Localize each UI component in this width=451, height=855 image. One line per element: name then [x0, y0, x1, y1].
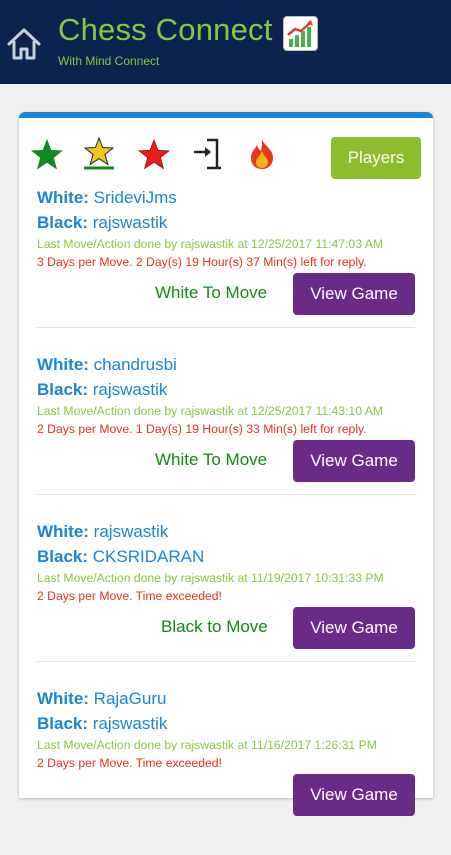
time-remaining-text: 3 Days per Move. 2 Day(s) 19 Hour(s) 37 … [37, 255, 367, 269]
black-label: Black: [37, 547, 89, 566]
white-player-name[interactable]: SrideviJms [94, 188, 177, 207]
time-remaining-text: 2 Days per Move. 1 Day(s) 19 Hour(s) 33 … [37, 422, 367, 436]
game-item: White: chandrusbi Black: rajswastik Last… [37, 355, 415, 521]
white-player-row: White: chandrusbi [37, 355, 177, 375]
white-player-row: White: SrideviJms [37, 188, 177, 208]
games-card: Players White: SrideviJms Black: rajswas… [19, 112, 433, 816]
black-player-name[interactable]: rajswastik [93, 213, 168, 232]
move-status: White To Move [155, 283, 268, 302]
white-player-name[interactable]: chandrusbi [94, 355, 177, 374]
black-player-row: Black: rajswastik [37, 380, 167, 400]
black-player-name[interactable]: rajswastik [93, 380, 168, 399]
black-player-name[interactable]: rajswastik [93, 714, 168, 733]
view-game-button[interactable]: View Game [293, 273, 415, 315]
last-move-text: Last Move/Action done by rajswastik at 1… [37, 404, 383, 418]
time-remaining-text: 2 Days per Move. Time exceeded! [37, 589, 222, 603]
game-item: White: SrideviJms Black: rajswastik Last… [37, 188, 415, 354]
exit-icon[interactable] [191, 137, 225, 171]
view-game-button[interactable]: View Game [293, 440, 415, 482]
app-header: Chess Connect With Mind Connect [0, 0, 451, 84]
game-item: White: rajswastik Black: CKSRIDARAN Last… [37, 522, 415, 688]
black-player-row: Black: CKSRIDARAN [37, 547, 204, 567]
view-game-button[interactable]: View Game [293, 607, 415, 649]
white-label: White: [37, 689, 89, 708]
black-player-row: Black: rajswastik [37, 213, 167, 233]
last-move-text: Last Move/Action done by rajswastik at 1… [37, 237, 383, 251]
move-status: Black to Move [161, 617, 268, 636]
move-status: White To Move [155, 450, 268, 469]
black-label: Black: [37, 714, 89, 733]
players-button[interactable]: Players [331, 137, 421, 179]
last-move-text: Last Move/Action done by rajswastik at 1… [37, 571, 384, 585]
red-star-icon[interactable] [137, 138, 171, 172]
black-player-name[interactable]: CKSRIDARAN [93, 547, 204, 566]
white-label: White: [37, 188, 89, 207]
star-outline-badge-icon[interactable] [82, 136, 116, 170]
divider [37, 661, 415, 662]
last-move-text: Last Move/Action done by rajswastik at 1… [37, 738, 377, 752]
app-title: Chess Connect [58, 12, 273, 47]
fire-icon[interactable] [245, 137, 279, 171]
star-icon[interactable] [30, 138, 64, 172]
black-label: Black: [37, 380, 89, 399]
white-player-row: White: rajswastik [37, 522, 168, 542]
stats-chart-icon[interactable] [283, 16, 318, 51]
divider [37, 494, 415, 495]
white-player-row: White: RajaGuru [37, 689, 166, 709]
black-label: Black: [37, 213, 89, 232]
view-game-button[interactable]: View Game [293, 774, 415, 816]
white-player-name[interactable]: rajswastik [94, 522, 169, 541]
white-label: White: [37, 522, 89, 541]
app-subtitle: With Mind Connect [58, 54, 160, 68]
white-label: White: [37, 355, 89, 374]
divider [37, 327, 415, 328]
game-item: White: RajaGuru Black: rajswastik Last M… [37, 689, 415, 855]
black-player-row: Black: rajswastik [37, 714, 167, 734]
home-icon[interactable] [6, 27, 42, 61]
white-player-name[interactable]: RajaGuru [94, 689, 167, 708]
